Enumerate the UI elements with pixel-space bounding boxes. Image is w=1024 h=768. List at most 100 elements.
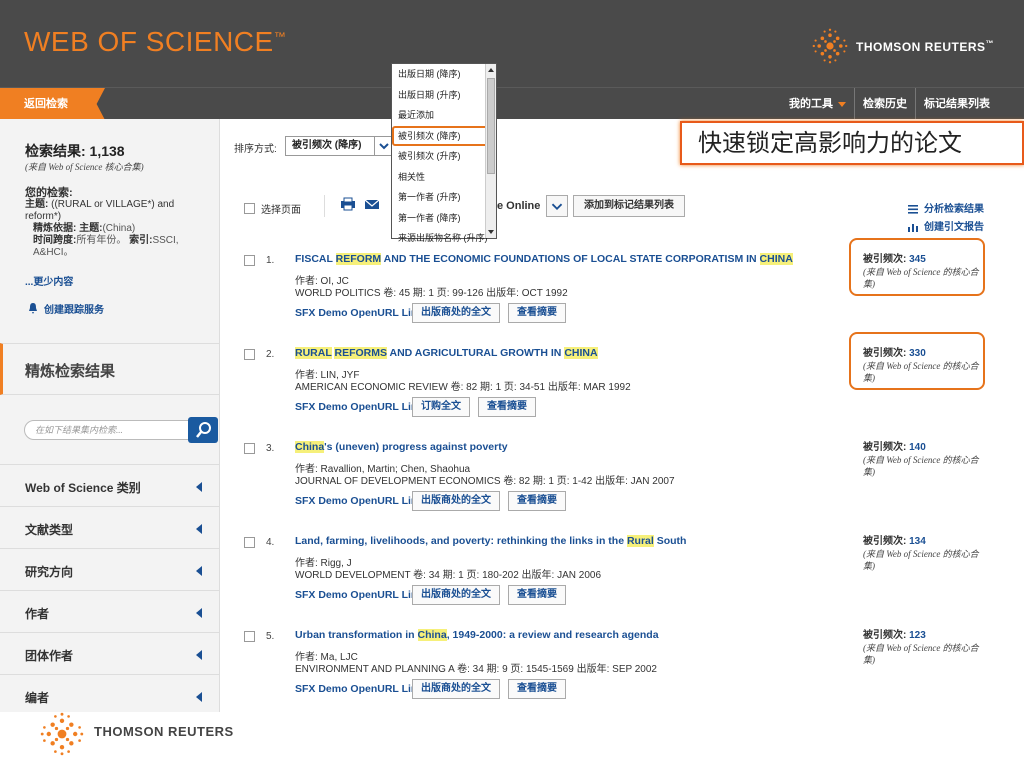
full-text-button[interactable]: 出版商处的全文: [412, 585, 500, 605]
back-to-search-button[interactable]: 返回检索: [0, 88, 105, 120]
show-less-link[interactable]: ...更少内容: [25, 273, 73, 288]
chevron-down-icon[interactable]: [546, 195, 569, 217]
search-history-link[interactable]: 检索历史: [854, 88, 915, 120]
facet-label: 作者: [25, 607, 50, 621]
result-record: 4. Land, farming, livelihoods, and pover…: [220, 530, 1024, 624]
sort-option[interactable]: 被引频次 (升序): [392, 146, 496, 167]
create-alert-label: 创建跟踪服务: [44, 305, 104, 316]
record-number: 5.: [266, 631, 275, 642]
caret-left-icon: [196, 650, 202, 660]
full-text-button[interactable]: 出版商处的全文: [412, 679, 500, 699]
my-tools-menu[interactable]: 我的工具: [781, 88, 854, 120]
email-icon[interactable]: [364, 197, 380, 211]
title-fragment: REFORMS: [334, 347, 387, 359]
sfx-link[interactable]: SFX Demo OpenURL Link: [295, 495, 412, 507]
sort-option[interactable]: 第一作者 (升序): [392, 187, 496, 208]
marked-list-link[interactable]: 标记结果列表: [915, 88, 998, 120]
sfx-link[interactable]: SFX Demo OpenURL Link: [295, 683, 412, 695]
facet-editor[interactable]: 编者: [0, 674, 219, 716]
record-checkbox[interactable]: [244, 255, 255, 266]
facet-group-author[interactable]: 团体作者: [0, 632, 219, 674]
record-checkbox[interactable]: [244, 443, 255, 454]
facet-label: 研究方向: [25, 565, 74, 579]
facet-label: 团体作者: [25, 649, 74, 663]
record-checkbox[interactable]: [244, 631, 255, 642]
facet-document-type[interactable]: 文献类型: [0, 506, 219, 548]
full-text-button[interactable]: 订购全文: [412, 397, 470, 417]
title-fragment: China: [295, 441, 325, 453]
record-title-link[interactable]: FISCAL REFORM AND THE ECONOMIC FOUNDATIO…: [295, 253, 825, 265]
times-cited-count[interactable]: 140: [909, 442, 926, 453]
chevron-down-icon: [374, 137, 392, 155]
scroll-thumb[interactable]: [487, 78, 495, 174]
view-abstract-button[interactable]: 查看摘要: [508, 585, 566, 605]
bell-icon: [29, 302, 37, 314]
full-text-button[interactable]: 出版商处的全文: [412, 303, 500, 323]
print-icon[interactable]: [340, 197, 356, 211]
bar-chart-icon: [908, 223, 918, 232]
scroll-up-icon[interactable]: [488, 68, 494, 72]
sfx-link[interactable]: SFX Demo OpenURL Link: [295, 589, 412, 601]
record-title-link[interactable]: China's (uneven) progress against povert…: [295, 441, 825, 453]
view-abstract-button[interactable]: 查看摘要: [478, 397, 536, 417]
view-abstract-button[interactable]: 查看摘要: [508, 679, 566, 699]
facet-label: Web of Science 类别: [25, 481, 141, 495]
title-fragment: 's (uneven) progress against poverty: [324, 441, 508, 453]
result-record: 5. Urban transformation in China, 1949-2…: [220, 624, 1024, 718]
record-links: SFX Demo OpenURL Link 订购全文 查看摘要: [295, 397, 544, 417]
create-alert-link[interactable]: 创建跟踪服务: [28, 301, 104, 316]
times-cited-count[interactable]: 123: [909, 630, 926, 641]
facet-author[interactable]: 作者: [0, 590, 219, 632]
search-within-button[interactable]: [188, 417, 218, 443]
record-title-link[interactable]: Land, farming, livelihoods, and poverty:…: [295, 535, 825, 547]
record-title-link[interactable]: RURAL REFORMS AND AGRICULTURAL GROWTH IN…: [295, 347, 825, 359]
analyze-results-link[interactable]: 分析检索结果: [908, 201, 984, 219]
sort-option[interactable]: 来源出版物名称 (升序): [392, 228, 496, 249]
save-to-menu[interactable]: e Online: [497, 195, 569, 217]
caret-left-icon: [196, 608, 202, 618]
sort-option[interactable]: 第一作者 (降序): [392, 208, 496, 229]
times-cited-source: (来自 Web of Science 的核心合集): [863, 643, 979, 665]
select-page[interactable]: 选择页面: [244, 201, 301, 216]
select-page-checkbox[interactable]: [244, 203, 255, 214]
full-text-button[interactable]: 出版商处的全文: [412, 491, 500, 511]
refined-label: 精炼依据:: [33, 223, 77, 234]
view-abstract-button[interactable]: 查看摘要: [508, 491, 566, 511]
facet-research-area[interactable]: 研究方向: [0, 548, 219, 590]
results-source: (来自 Web of Science 核心合集): [25, 162, 144, 172]
dropdown-scrollbar[interactable]: [485, 64, 496, 238]
sort-select[interactable]: 被引频次 (降序): [285, 136, 393, 156]
scroll-down-icon[interactable]: [488, 230, 494, 234]
facet-wos-category[interactable]: Web of Science 类别: [0, 464, 219, 506]
record-title-link[interactable]: Urban transformation in China, 1949-2000…: [295, 629, 825, 641]
times-cited-count[interactable]: 134: [909, 536, 926, 547]
sort-option[interactable]: 出版日期 (降序): [392, 64, 496, 85]
record-checkbox[interactable]: [244, 537, 255, 548]
caret-left-icon: [196, 566, 202, 576]
save-online-label: e Online: [497, 200, 541, 212]
record-checkbox[interactable]: [244, 349, 255, 360]
record-number: 2.: [266, 349, 275, 360]
web-of-science-logo[interactable]: WEB OF SCIENCE™: [24, 26, 286, 58]
sort-option[interactable]: 相关性: [392, 167, 496, 188]
sort-option-selected[interactable]: 被引频次 (降序): [392, 125, 488, 146]
topic-line: 主题: ((RURAL or VILLAGE*) and reform*): [25, 199, 205, 223]
sfx-link[interactable]: SFX Demo OpenURL Link: [295, 401, 412, 413]
my-tools-label: 我的工具: [789, 98, 833, 110]
view-abstract-button[interactable]: 查看摘要: [508, 303, 566, 323]
refined-topic-label: 主题:: [79, 223, 103, 234]
sfx-link[interactable]: SFX Demo OpenURL Link: [295, 307, 412, 319]
citation-report-link[interactable]: 创建引文报告: [908, 219, 984, 237]
logo-text: WEB OF SCIENCE: [24, 26, 274, 57]
search-within-input[interactable]: 在如下结果集内检索...: [24, 420, 189, 440]
sort-option[interactable]: 出版日期 (升序): [392, 85, 496, 106]
results-main: 排序方式: 被引频次 (降序) 出版日期 (降序) 出版日期 (升序) 最近添加…: [220, 63, 1024, 712]
footer-publisher: THOMSON REUTERS: [94, 724, 234, 739]
record-number: 3.: [266, 443, 275, 454]
sort-option[interactable]: 最近添加: [392, 105, 496, 126]
annotation-callout: 快速锁定高影响力的论文: [680, 121, 1024, 165]
title-fragment: Land, farming, livelihoods, and poverty:…: [295, 535, 627, 547]
times-cited-source: (来自 Web of Science 的核心合集): [863, 455, 979, 477]
add-to-marked-list-button[interactable]: 添加到标记结果列表: [573, 195, 685, 217]
sort-dropdown-list[interactable]: 出版日期 (降序) 出版日期 (升序) 最近添加 被引频次 (降序) 被引频次 …: [391, 63, 497, 243]
